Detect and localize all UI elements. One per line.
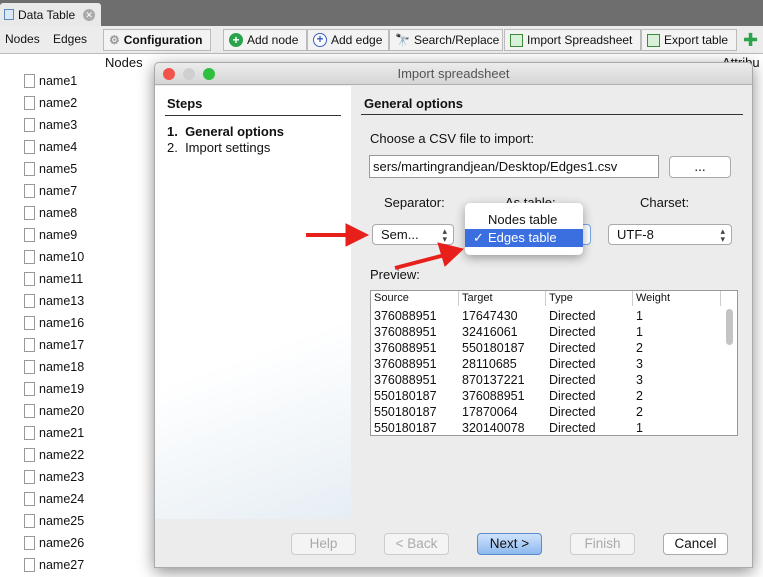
annotation-arrows [306, 223, 465, 270]
red-arrow-diagonal [394, 242, 465, 270]
red-arrow-right [306, 223, 370, 247]
